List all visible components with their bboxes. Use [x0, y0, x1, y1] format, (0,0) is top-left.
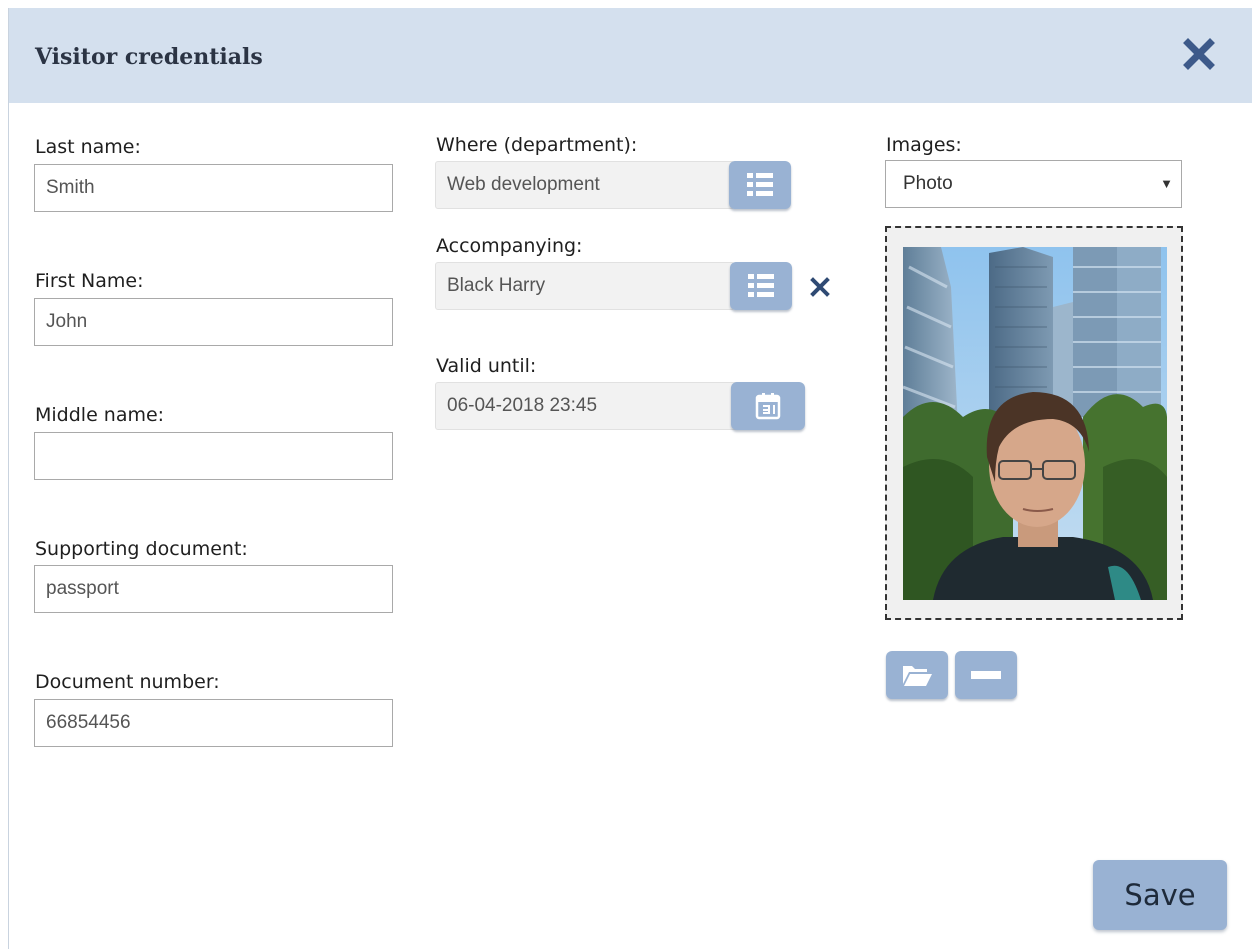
accompanying-list-button[interactable]	[730, 262, 792, 310]
first-name-field[interactable]: John	[34, 298, 393, 346]
last-name-field[interactable]: Smith	[34, 164, 393, 212]
first-name-label: First Name:	[35, 270, 144, 292]
supporting-document-field[interactable]: passport	[34, 565, 393, 613]
valid-until-label: Valid until:	[436, 355, 537, 377]
dialog-title: Visitor credentials	[35, 44, 263, 70]
open-image-button[interactable]	[886, 651, 948, 699]
department-field[interactable]: Web development	[435, 161, 735, 209]
supporting-document-label: Supporting document:	[35, 538, 248, 560]
images-label: Images:	[886, 134, 962, 156]
minus-icon	[971, 671, 1001, 679]
calendar-icon	[755, 393, 781, 420]
accompanying-label: Accompanying:	[436, 235, 583, 257]
list-icon	[748, 274, 774, 297]
folder-open-icon	[903, 666, 932, 686]
clear-accompanying-icon[interactable]	[809, 276, 831, 298]
images-select-value: Photo	[903, 173, 953, 194]
photo-frame	[885, 226, 1183, 620]
valid-until-calendar-button[interactable]	[731, 382, 805, 430]
visitor-photo	[903, 247, 1167, 600]
last-name-label: Last name:	[35, 136, 141, 158]
list-icon	[747, 173, 773, 196]
document-number-label: Document number:	[35, 671, 220, 693]
dialog-header: Visitor credentials	[9, 8, 1252, 103]
document-number-field[interactable]: 66854456	[34, 699, 393, 747]
close-icon[interactable]	[1181, 36, 1217, 72]
dropdown-arrow-icon: ▼	[1160, 176, 1173, 191]
accompanying-field[interactable]: Black Harry	[435, 262, 735, 310]
department-list-button[interactable]	[729, 161, 791, 209]
middle-name-field[interactable]	[34, 432, 393, 480]
middle-name-label: Middle name:	[35, 404, 165, 426]
department-label: Where (department):	[436, 134, 638, 156]
images-select[interactable]: Photo ▼	[885, 160, 1182, 208]
save-button[interactable]: Save	[1093, 860, 1227, 930]
valid-until-field[interactable]: 06-04-2018 23:45	[435, 382, 745, 430]
remove-image-button[interactable]	[955, 651, 1017, 699]
visitor-credentials-dialog: Visitor credentials Last name: Smith Fir…	[8, 8, 1252, 949]
